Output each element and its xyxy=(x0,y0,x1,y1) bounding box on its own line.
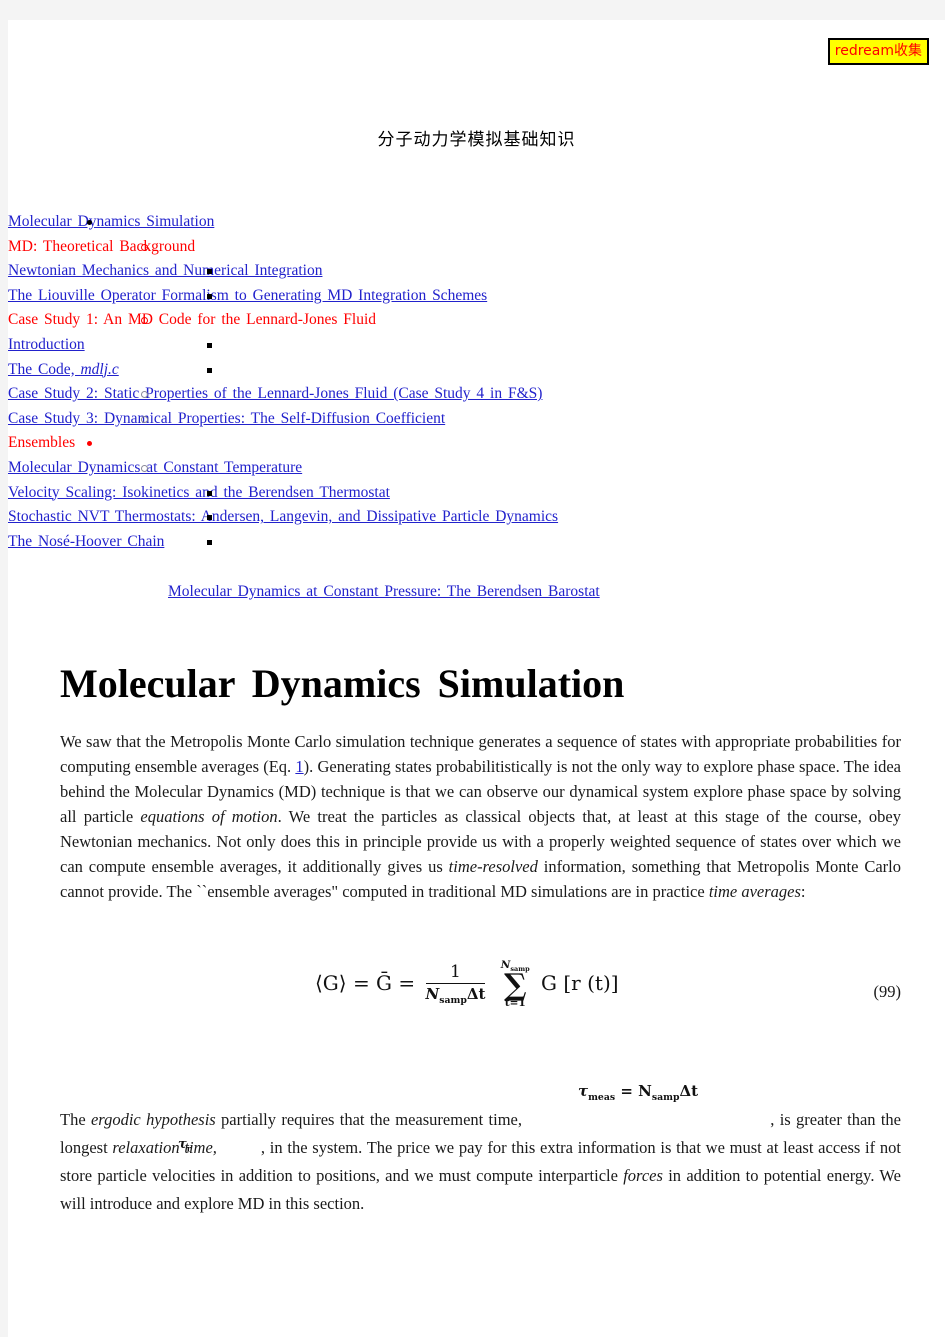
bullet-circle-icon xyxy=(141,464,148,472)
tau-subscript: r xyxy=(186,1143,191,1154)
bullet-disc-icon xyxy=(87,220,92,225)
equation-number: (99) xyxy=(873,982,902,1001)
display-equation-99: ⟨G⟩ = Ḡ = 1 NsampΔt Nsamp ∑ t=1 G [r (t)… xyxy=(60,960,901,1040)
bullet-square-icon xyxy=(207,293,212,299)
summation-operator: Nsamp ∑ t=1 xyxy=(501,960,530,1009)
para-text: partially requires that the measurement … xyxy=(215,1110,528,1129)
bullet-square-icon xyxy=(207,490,212,496)
toc-link[interactable]: Case Study 2: Static Properties of the L… xyxy=(8,385,542,402)
toc-list: Molecular Dynamics Simulation MD: Theore… xyxy=(8,210,945,554)
section-heading: Molecular Dynamics Simulation xyxy=(60,661,625,706)
bullet-circle-icon xyxy=(141,243,148,251)
toc-link[interactable]: The Nosé-Hoover Chain xyxy=(8,533,164,550)
toc-link-filename: mdlj.c xyxy=(80,360,119,378)
emphasis-equations-of-motion: equations of motion xyxy=(140,807,278,826)
toc-item-md-theoretical-background[interactable]: MD: Theoretical Background xyxy=(8,235,945,260)
toc-link[interactable]: Introduction xyxy=(8,336,85,353)
toc-link[interactable]: Case Study 3: Dynamical Properties: The … xyxy=(8,410,445,427)
toc-item-stochastic-nvt-thermostats[interactable]: Stochastic NVT Thermostats: Andersen, La… xyxy=(8,505,945,530)
toc-item-case-study-1[interactable]: Case Study 1: An MD Code for the Lennard… xyxy=(8,308,945,333)
body-text: We saw that the Metropolis Monte Carlo s… xyxy=(60,729,901,904)
inline-equation-tau-r: τr xyxy=(178,1137,191,1154)
toc-item-velocity-scaling[interactable]: Velocity Scaling: Isokinetics and the Be… xyxy=(8,481,945,506)
page-title: 分子动力学模拟基础知识 xyxy=(377,130,576,150)
toc-link[interactable]: The Liouville Operator Formalism to Gene… xyxy=(8,287,487,304)
body-text-2: The ergodic hypothesis partially require… xyxy=(60,1106,901,1218)
bullet-square-icon xyxy=(207,367,212,373)
emphasis-time-resolved: time-resolved xyxy=(448,857,538,876)
toc-item-newtonian-mechanics[interactable]: Newtonian Mechanics and Numerical Integr… xyxy=(8,259,945,284)
equation-lhs: ⟨G⟩ = Ḡ = xyxy=(315,970,416,995)
toc-label: Case Study 1: An MD Code for the Lennard… xyxy=(8,311,377,329)
toc-item-the-code-mdlj[interactable]: The Code, mdlj.c xyxy=(8,358,945,383)
tau-subscript: meas xyxy=(588,1092,616,1103)
toc-item-molecular-dynamics-simulation[interactable]: Molecular Dynamics Simulation xyxy=(8,210,945,235)
toc-item-nose-hoover-chain[interactable]: The Nosé-Hoover Chain xyxy=(8,530,945,555)
toc-item-ensembles[interactable]: Ensembles xyxy=(8,431,945,456)
bullet-square-icon xyxy=(207,342,212,348)
toc-item-case-study-2[interactable]: Case Study 2: Static Properties of the L… xyxy=(8,382,945,407)
sigma-icon: ∑ xyxy=(503,967,527,1003)
emphasis-ergodic-hypothesis: ergodic hypothesis xyxy=(90,1110,216,1129)
toc-item-liouville-operator-formalism[interactable]: The Liouville Operator Formalism to Gene… xyxy=(8,284,945,309)
toc-item-introduction[interactable]: Introduction xyxy=(8,333,945,358)
equation-body: ⟨G⟩ = Ḡ = 1 NsampΔt Nsamp ∑ t=1 G [r (t)… xyxy=(315,960,619,1009)
fraction-denominator: NsampΔt xyxy=(426,984,486,1006)
inline-equation-tau-meas: τmeas = NsampΔt xyxy=(578,1082,698,1103)
equation-reference-link[interactable]: 1 xyxy=(295,757,303,776)
tau-symbol: τ xyxy=(178,1137,187,1152)
denominator-dt: Δt xyxy=(466,985,486,1004)
tau-symbol: τ xyxy=(578,1082,589,1100)
emphasis-forces: forces xyxy=(623,1166,663,1185)
denominator-N: N xyxy=(425,985,440,1004)
paragraph-intro: We saw that the Metropolis Monte Carlo s… xyxy=(60,729,901,904)
toc-link[interactable]: Molecular Dynamics at Constant Temperatu… xyxy=(8,459,302,476)
bullet-square-icon xyxy=(207,539,212,545)
watermark-badge: redream收集 xyxy=(827,38,929,65)
toc-label: MD: Theoretical Background xyxy=(8,237,196,255)
emphasis-time-averages: time averages xyxy=(708,882,801,901)
toc-link[interactable]: Velocity Scaling: Isokinetics and the Be… xyxy=(8,484,390,501)
table-of-contents: Molecular Dynamics Simulation MD: Theore… xyxy=(8,210,945,605)
toc-item-case-study-3[interactable]: Case Study 3: Dynamical Properties: The … xyxy=(8,407,945,432)
equation-summand: G [r (t)] xyxy=(541,970,619,995)
toc-link[interactable]: Newtonian Mechanics and Numerical Integr… xyxy=(8,262,322,279)
bullet-disc-icon xyxy=(87,441,92,447)
paragraph-ergodic: The ergodic hypothesis partially require… xyxy=(60,1106,901,1218)
emphasis-relaxation-time: relaxation time, xyxy=(112,1138,217,1157)
toc-link[interactable]: The Code, mdlj.c xyxy=(8,361,119,378)
toc-label: Ensembles xyxy=(8,434,76,452)
toc-link[interactable]: Molecular Dynamics at Constant Pressure:… xyxy=(168,583,600,600)
para-text: The xyxy=(60,1110,91,1129)
denominator-subscript: samp xyxy=(439,995,467,1007)
toc-item-md-constant-temperature[interactable]: Molecular Dynamics at Constant Temperatu… xyxy=(8,456,945,481)
document-page: redream收集 分子动力学模拟基础知识 Molecular Dynamics… xyxy=(8,20,945,1337)
fraction-numerator: 1 xyxy=(425,962,486,985)
toc-link[interactable]: Molecular Dynamics Simulation xyxy=(8,213,214,230)
N-subscript: samp xyxy=(651,1092,680,1103)
toc-link-prefix: The Code, xyxy=(8,360,81,378)
bullet-square-icon xyxy=(207,269,212,275)
bullet-circle-icon xyxy=(141,415,148,423)
toc-link[interactable]: Stochastic NVT Thermostats: Andersen, La… xyxy=(8,508,558,525)
bullet-square-icon xyxy=(207,515,212,521)
para-text: : xyxy=(800,882,806,901)
watermark-label: redream收集 xyxy=(834,43,922,59)
equals-N: = N xyxy=(615,1082,652,1100)
sum-lower-limit: t=1 xyxy=(504,997,526,1010)
toc-item-md-constant-pressure[interactable]: Molecular Dynamics at Constant Pressure:… xyxy=(8,580,945,605)
delta-t: Δt xyxy=(679,1082,699,1100)
equation-fraction: 1 NsampΔt xyxy=(425,962,486,1006)
